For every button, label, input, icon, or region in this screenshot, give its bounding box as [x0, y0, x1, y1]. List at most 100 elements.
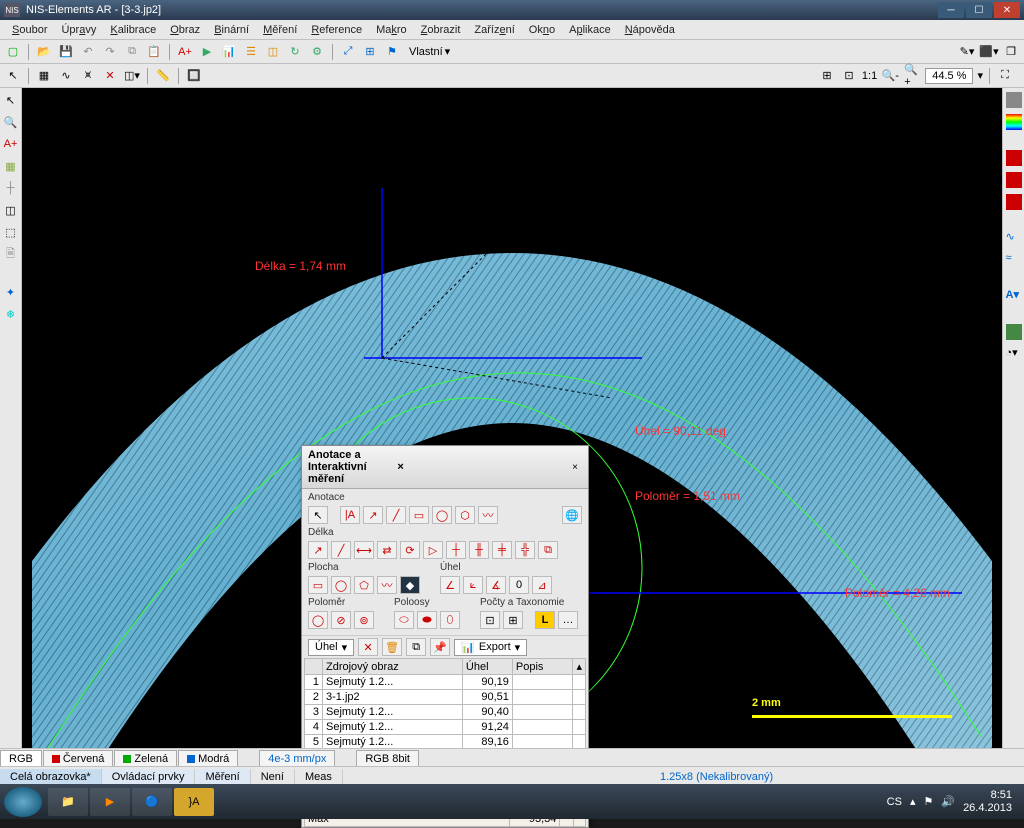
tray-speaker-icon[interactable]: 🔊	[941, 795, 955, 808]
tool-line-icon[interactable]: ╱	[386, 506, 406, 524]
ftab-measure[interactable]: Měření	[195, 769, 250, 785]
gear-icon[interactable]: ⚙	[308, 43, 326, 61]
len-10-icon[interactable]: ╬	[515, 541, 535, 559]
menu-binarni[interactable]: Binární	[208, 22, 255, 38]
menu-zobrazit[interactable]: Zobrazit	[415, 22, 467, 38]
paste-icon[interactable]: 📋	[145, 43, 163, 61]
tray-lang[interactable]: CS	[887, 796, 902, 808]
copy-data-icon[interactable]: ⧉	[406, 638, 426, 656]
crop2-tool-icon[interactable]: ◫	[3, 202, 19, 218]
menu-upravy[interactable]: Úpravy	[55, 22, 102, 38]
window-icon[interactable]: ❐	[1002, 43, 1020, 61]
table-row[interactable]: 3Sejmutý 1.2...90,40	[305, 705, 586, 720]
zoom-out-icon[interactable]: 🔍-	[881, 67, 899, 85]
export-button[interactable]: 📊 Export ▾	[454, 639, 527, 656]
area-ell-icon[interactable]: ◯	[331, 576, 351, 594]
table-row[interactable]: 23-1.jp290,51	[305, 690, 586, 705]
annotation-polomer2[interactable]: Poloměr = 4,26 mm	[842, 585, 953, 601]
document-icon[interactable]: 🗎	[3, 246, 19, 262]
overlay-tool-icon[interactable]: ▦	[3, 158, 19, 174]
flag-icon[interactable]: ⚑	[383, 43, 401, 61]
filter-select[interactable]: Úhel ▾	[308, 639, 354, 656]
rb-wave-icon[interactable]: ∿	[1006, 230, 1022, 246]
axis-2-icon[interactable]: ⬬	[417, 611, 437, 629]
area-rect-icon[interactable]: ▭	[308, 576, 328, 594]
chart-icon[interactable]: 📊	[220, 43, 238, 61]
col-scroll[interactable]: ▴	[573, 659, 586, 675]
palette-icon[interactable]: ⬛▾	[980, 43, 998, 61]
ftab-neni[interactable]: Není	[251, 769, 295, 785]
rb-green-icon[interactable]	[1006, 324, 1022, 340]
start-button[interactable]	[4, 787, 42, 817]
del-sel-icon[interactable]: ✕	[358, 638, 378, 656]
actual-icon[interactable]: ⊡	[840, 67, 858, 85]
menu-zarizeni[interactable]: Zařízení	[468, 22, 520, 38]
annot-tool-icon[interactable]: A+	[3, 136, 19, 152]
rb-spectrum-icon[interactable]	[1006, 114, 1022, 130]
save-icon[interactable]: 💾	[57, 43, 75, 61]
len-4-icon[interactable]: ⇄	[377, 541, 397, 559]
undo-icon[interactable]: ↶	[79, 43, 97, 61]
len-7-icon[interactable]: ┼	[446, 541, 466, 559]
len-1-icon[interactable]: ↗	[308, 541, 328, 559]
menu-kalibrace[interactable]: Kalibrace	[104, 22, 162, 38]
tax-L-icon[interactable]: L	[535, 611, 555, 629]
open-icon[interactable]: 📂	[35, 43, 53, 61]
area-free-icon[interactable]: 〰	[377, 576, 397, 594]
blue-tool-icon[interactable]: ✦	[3, 284, 19, 300]
annotation-polomer1[interactable]: Poloměr = 1,51 mm	[632, 488, 743, 504]
tool-globe-icon[interactable]: 🌐	[562, 506, 582, 524]
tax-1-icon[interactable]: ⊡	[480, 611, 500, 629]
tool-text-icon[interactable]: |A	[340, 506, 360, 524]
grid2-tool-icon[interactable]: ┼	[3, 180, 19, 196]
brush-icon[interactable]: ✎▾	[958, 43, 976, 61]
del-all-icon[interactable]: 🗑	[382, 638, 402, 656]
area-poly-icon[interactable]: ⬠	[354, 576, 374, 594]
ang-3-icon[interactable]: ∡	[486, 576, 506, 594]
expand-icon[interactable]: ⛶	[996, 67, 1014, 85]
panel-tab-close[interactable]: ×	[397, 461, 482, 473]
col-uhel[interactable]: Úhel	[462, 659, 512, 675]
layer-icon[interactable]: ◫	[264, 43, 282, 61]
menu-makro[interactable]: Makro	[370, 22, 413, 38]
tool-free-icon[interactable]: 〰	[478, 506, 498, 524]
tab-green[interactable]: Zelená	[114, 750, 177, 767]
menu-obraz[interactable]: Obraz	[164, 22, 206, 38]
menu-reference[interactable]: Reference	[305, 22, 368, 38]
rb-wave2-icon[interactable]: ≈	[1006, 252, 1022, 268]
peaks-icon[interactable]: ⩙	[79, 67, 97, 85]
add-icon[interactable]: ⊞	[361, 43, 379, 61]
annotation-uhel[interactable]: Úhel = 90,11 deg	[632, 423, 729, 439]
zoom-tool-icon[interactable]: 🔍	[3, 114, 19, 130]
area-auto-icon[interactable]: ◆	[400, 576, 420, 594]
ang-4-icon[interactable]: ⊿	[532, 576, 552, 594]
len-5-icon[interactable]: ⟳	[400, 541, 420, 559]
rb-grey-icon[interactable]	[1006, 92, 1022, 108]
delete-icon[interactable]: ✕	[101, 67, 119, 85]
task-explorer-icon[interactable]: 📁	[48, 788, 88, 816]
annotation-delka[interactable]: Délka = 1,74 mm	[252, 258, 349, 274]
cyan-tool-icon[interactable]: ❄	[3, 306, 19, 322]
plot-icon[interactable]: ⤢	[339, 43, 357, 61]
len-8-icon[interactable]: ╫	[469, 541, 489, 559]
ruler-icon[interactable]: 📏	[154, 67, 172, 85]
rad-1-icon[interactable]: ◯	[308, 611, 328, 629]
menu-napoveda[interactable]: Nápověda	[619, 22, 681, 38]
col-n[interactable]	[305, 659, 323, 675]
tab-blue[interactable]: Modrá	[178, 750, 238, 767]
ang-val-icon[interactable]: 0	[509, 576, 529, 594]
zoom-value[interactable]: 44.5 %	[925, 68, 973, 84]
tab-red[interactable]: Červená	[43, 750, 114, 767]
axis-1-icon[interactable]: ⬭	[394, 611, 414, 629]
fit-icon[interactable]: ⊞	[818, 67, 836, 85]
crop-icon[interactable]: ◫▾	[123, 67, 141, 85]
selection-tool-icon[interactable]: ⬚	[3, 224, 19, 240]
zoom-in-icon[interactable]: 🔍+	[903, 67, 921, 85]
tab-rgb[interactable]: RGB	[0, 750, 42, 767]
minimize-button[interactable]: ─	[938, 2, 964, 18]
maximize-button[interactable]: ☐	[966, 2, 992, 18]
color-grid-icon[interactable]: 🔲	[185, 67, 203, 85]
tax-2-icon[interactable]: ⊞	[503, 611, 523, 629]
table-row[interactable]: 1Sejmutý 1.2...90,19	[305, 675, 586, 690]
tab-scale[interactable]: 4e-3 mm/px	[259, 750, 335, 767]
